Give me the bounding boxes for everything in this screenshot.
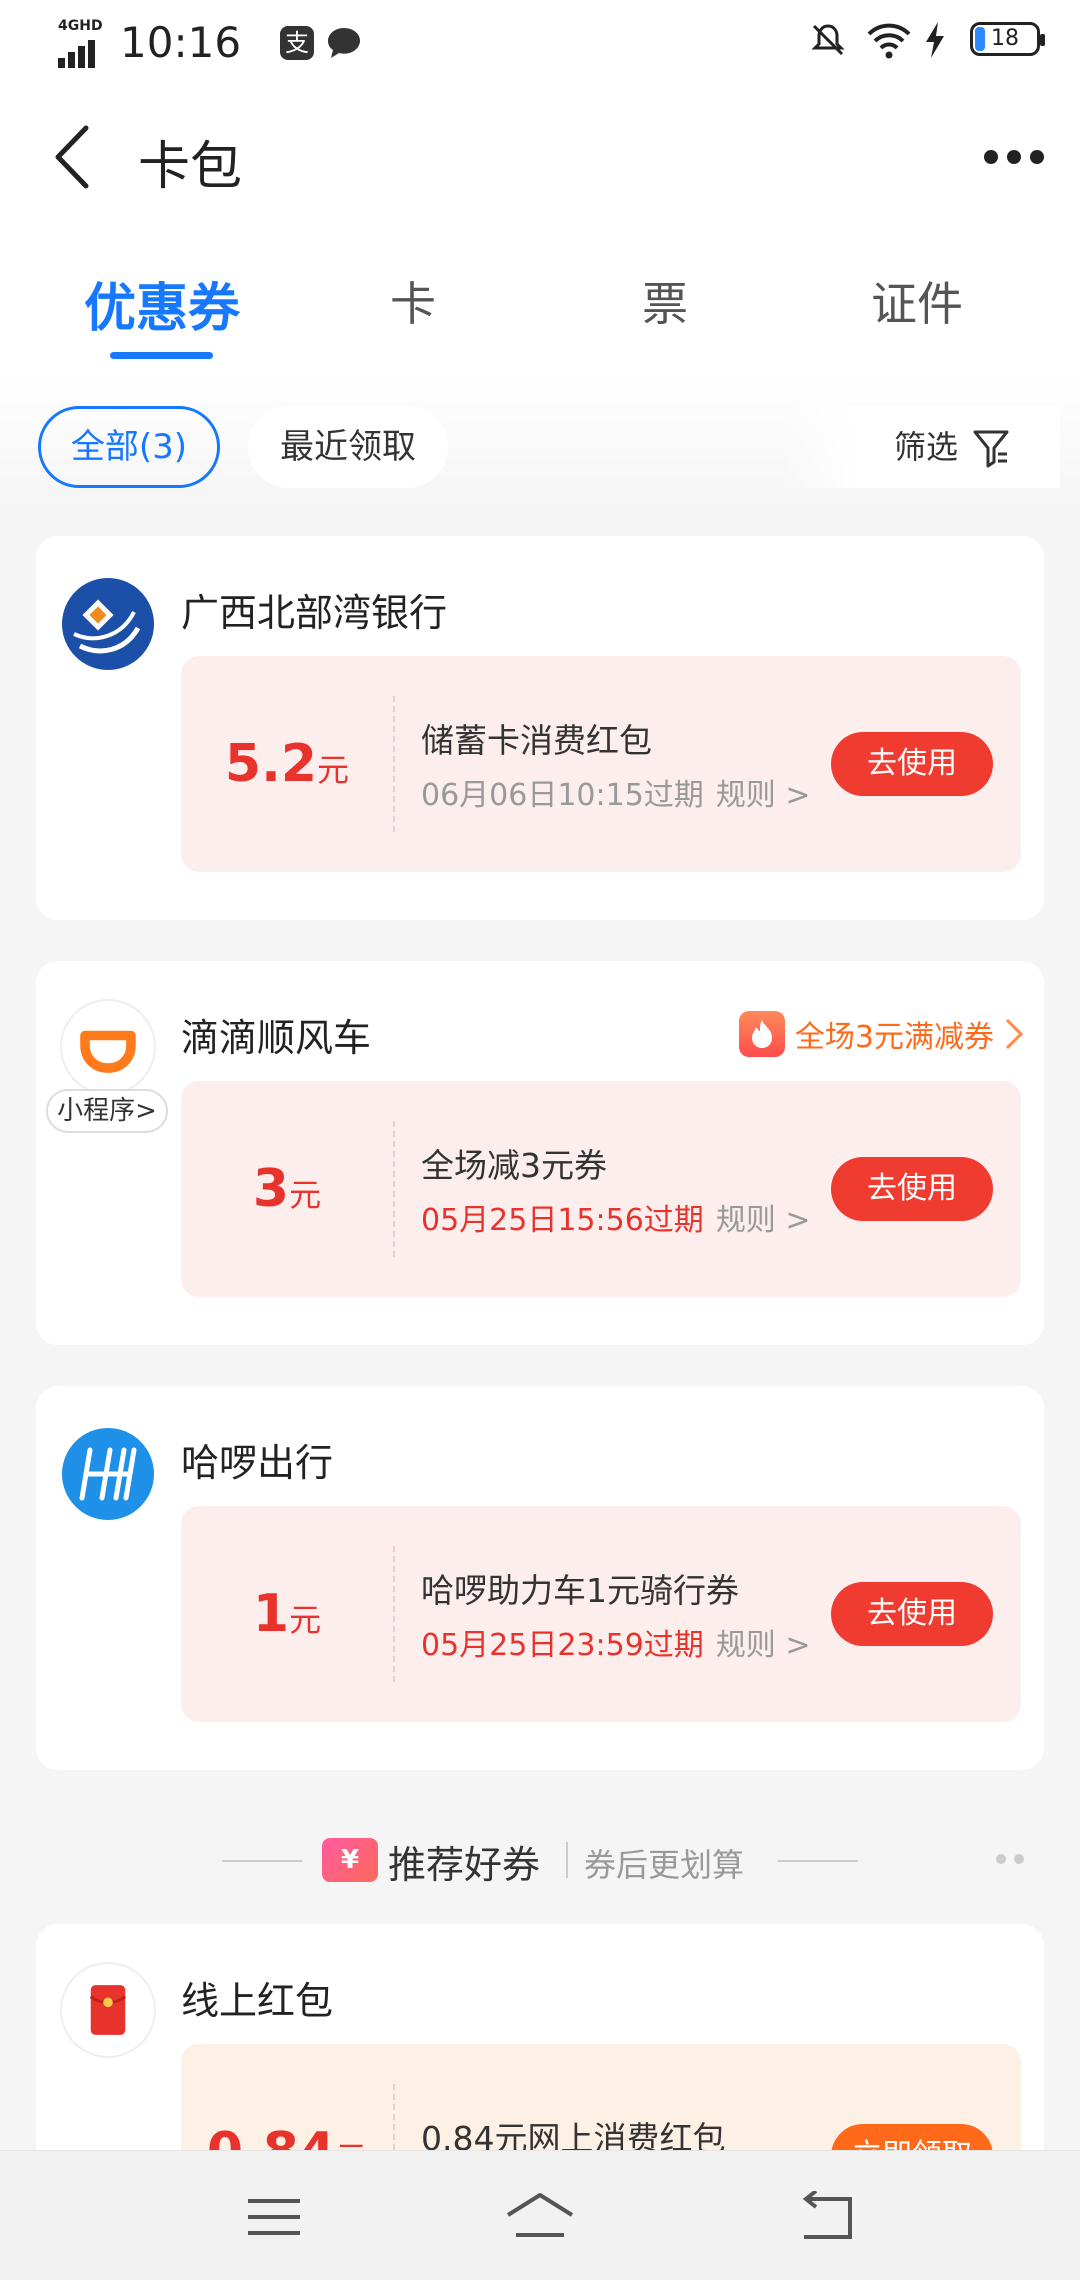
coupon-card-bank: 广西北部湾银行 5.2元 储蓄卡消费红包 06月06日10:15过期 规则 > 去… <box>36 536 1044 920</box>
coupon-card-hello: 哈啰出行 1元 哈啰助力车1元骑行券 05月25日23:59过期 规则 > 去使用 <box>36 1386 1044 1770</box>
rules-link[interactable]: 规则 > <box>716 1203 811 1238</box>
coupon-unit: 元 <box>289 1176 322 1214</box>
merchant-name: 线上红包 <box>181 1979 334 2023</box>
card-wallet-page: 4GHD 10:16 支 18 卡包 优惠券 卡 票 证件 全部(3) 最近领取… <box>0 0 1080 2280</box>
coupon-amount: 5.2 <box>224 734 318 794</box>
use-button[interactable]: 去使用 <box>831 732 993 796</box>
didi-logo-icon <box>60 999 156 1095</box>
coupon-card-didi: 小程序> 滴滴顺风车 全场3元满减券 3元 全场减3元券 05月25日15:56… <box>36 961 1044 1345</box>
filter-chip-recent[interactable]: 最近领取 <box>248 406 448 488</box>
system-nav-bar <box>0 2150 1080 2280</box>
expire-text: 05月25日15:56过期 <box>421 1203 704 1238</box>
menu-icon[interactable] <box>244 2191 304 2243</box>
tab-cards[interactable]: 卡 <box>313 268 513 334</box>
page-title: 卡包 <box>138 137 243 197</box>
chevron-right-icon: > <box>785 778 811 813</box>
coupon-expire: 05月25日15:56过期 规则 > <box>421 1195 811 1239</box>
category-tabs: 优惠券 卡 票 证件 <box>0 230 1080 370</box>
rules-link[interactable]: 规则 > <box>716 778 811 813</box>
tab-active-indicator <box>110 352 213 359</box>
status-right: 18 <box>810 18 1045 62</box>
merchant-name: 哈啰出行 <box>181 1441 334 1485</box>
hello-logo-icon <box>62 1428 154 1520</box>
status-bar: 4GHD 10:16 支 18 <box>0 0 1080 80</box>
coupon-unit: 元 <box>289 1601 322 1639</box>
recommend-title: 推荐好券 <box>388 1843 541 1887</box>
merchant-name: 广西北部湾银行 <box>181 591 448 635</box>
expire-text: 06月06日10:15过期 <box>421 778 704 813</box>
use-button[interactable]: 去使用 <box>831 1582 993 1646</box>
bank-logo-icon <box>62 578 154 670</box>
filter-icon <box>973 430 1009 468</box>
nav-header: 卡包 <box>0 80 1080 230</box>
filter-row: 全部(3) 最近领取 筛选 <box>0 370 1080 510</box>
filter-fade <box>780 406 860 488</box>
coupon-detail: 储蓄卡消费红包 06月06日10:15过期 规则 > 去使用 <box>397 656 1021 872</box>
divider-line-left <box>222 1860 302 1862</box>
recommend-subtitle: 券后更划算 <box>584 1846 745 1884</box>
recommend-separator <box>566 1842 568 1878</box>
coupon-amount-box: 5.2元 <box>181 656 393 872</box>
merchant-name: 滴滴顺风车 <box>181 1016 372 1060</box>
coupon-amount: 3 <box>252 1159 290 1219</box>
signal-icon <box>58 40 95 68</box>
tab-tickets[interactable]: 票 <box>565 268 765 334</box>
coupon-ticket[interactable]: 5.2元 储蓄卡消费红包 06月06日10:15过期 规则 > 去使用 <box>181 656 1021 872</box>
coupon-amount-box: 3元 <box>181 1081 393 1297</box>
back-icon[interactable] <box>48 122 98 192</box>
promo-text: 全场3元满减券 <box>794 1020 994 1055</box>
mini-program-tag[interactable]: 小程序> <box>46 1089 168 1133</box>
coupon-ticket-icon: ¥ <box>322 1838 378 1882</box>
back-nav-icon[interactable] <box>796 2191 856 2243</box>
filter-button[interactable]: 筛选 <box>860 406 1060 488</box>
mute-icon <box>811 24 845 56</box>
wifi-icon <box>867 23 911 59</box>
battery-icon: 18 <box>970 22 1045 56</box>
home-icon[interactable] <box>504 2191 576 2243</box>
red-packet-icon <box>60 1962 156 2058</box>
recommend-divider: ¥ 推荐好券 券后更划算 <box>0 1820 1080 1900</box>
filter-chip-all[interactable]: 全部(3) <box>38 406 220 488</box>
chevron-right-icon: > <box>785 1203 811 1238</box>
chevron-right-icon <box>1005 1018 1024 1050</box>
use-button[interactable]: 去使用 <box>831 1157 993 1221</box>
coupon-ticket[interactable]: 1元 哈啰助力车1元骑行券 05月25日23:59过期 规则 > 去使用 <box>181 1506 1021 1722</box>
coupon-name: 哈啰助力车1元骑行券 <box>421 1571 739 1610</box>
divider-line-right <box>778 1860 858 1862</box>
coupon-unit: 元 <box>317 751 350 789</box>
coupon-amount-box: 1元 <box>181 1506 393 1722</box>
chevron-right-icon: > <box>785 1628 811 1663</box>
alipay-icon: 支 <box>280 26 314 60</box>
coupon-detail: 全场减3元券 05月25日15:56过期 规则 > 去使用 <box>397 1081 1021 1297</box>
coupon-ticket[interactable]: 3元 全场减3元券 05月25日15:56过期 规则 > 去使用 <box>181 1081 1021 1297</box>
chat-icon <box>328 28 360 58</box>
coupon-name: 储蓄卡消费红包 <box>421 721 652 760</box>
more-icon[interactable] <box>984 142 1044 172</box>
rules-link[interactable]: 规则 > <box>716 1628 811 1663</box>
coupon-amount: 1 <box>252 1584 290 1644</box>
promo-link[interactable]: 全场3元满减券 <box>738 1009 1024 1059</box>
coupon-name: 全场减3元券 <box>421 1146 607 1185</box>
tab-documents[interactable]: 证件 <box>817 268 1017 334</box>
battery-level: 18 <box>991 26 1019 51</box>
tab-coupons[interactable]: 优惠券 <box>62 266 262 341</box>
charging-icon <box>926 22 944 58</box>
filter-label: 筛选 <box>894 428 959 466</box>
coupon-expire: 06月06日10:15过期 规则 > <box>421 770 811 814</box>
fire-icon <box>738 1011 785 1057</box>
coupon-expire: 05月25日23:59过期 规则 > <box>421 1620 811 1664</box>
clock: 10:16 <box>120 18 242 67</box>
chevron-right-icon: > <box>135 1096 157 1126</box>
expire-text: 05月25日23:59过期 <box>421 1628 704 1663</box>
coupon-detail: 哈啰助力车1元骑行券 05月25日23:59过期 规则 > 去使用 <box>397 1506 1021 1722</box>
network-label: 4GHD <box>58 18 103 34</box>
more-dots-icon[interactable] <box>996 1854 1024 1864</box>
